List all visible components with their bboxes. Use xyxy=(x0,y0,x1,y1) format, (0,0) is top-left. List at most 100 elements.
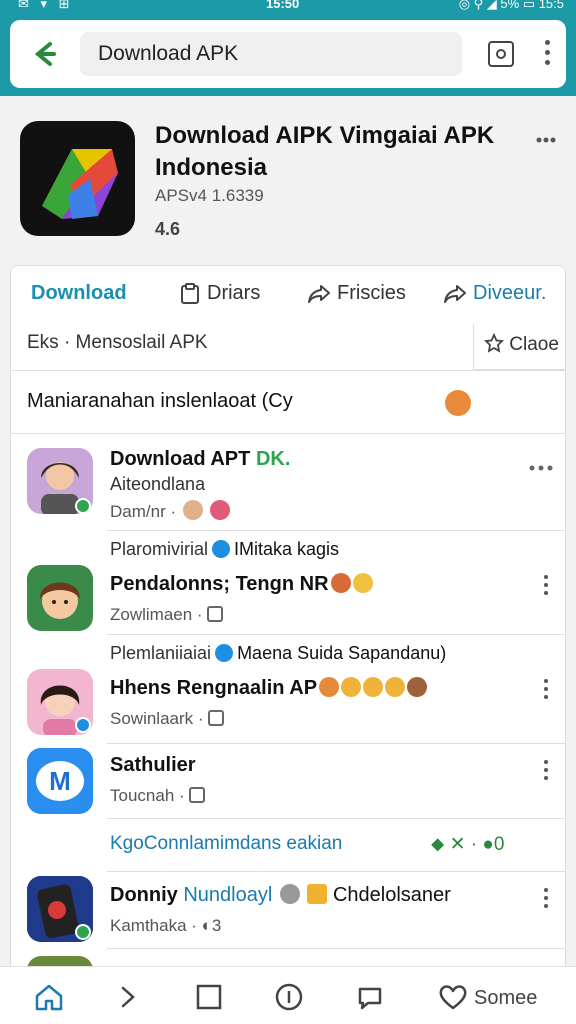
tab-driars-label: Driars xyxy=(207,282,261,304)
header-more-icon[interactable] xyxy=(536,130,556,148)
row-pretext: Plemlaniiaiai Maena Suida Sapandanu) xyxy=(110,643,446,664)
emoji-icon xyxy=(407,677,428,697)
emoji-icon xyxy=(209,500,230,520)
verified-badge-icon xyxy=(75,924,91,940)
home-icon[interactable] xyxy=(34,983,64,1011)
avatar: M xyxy=(27,748,93,814)
row-meta: Dam/nr · xyxy=(110,500,230,522)
tabs-icon[interactable] xyxy=(488,41,514,67)
back-icon[interactable] xyxy=(28,36,58,72)
row-title-tail: Chdelolsaner xyxy=(332,884,451,906)
row-pretext-tail: IMitaka kagis xyxy=(234,539,340,559)
row-title: Donniy Nundloayl Chdelolsaner xyxy=(110,884,451,907)
more-icon[interactable] xyxy=(542,888,550,912)
verified-badge-icon xyxy=(75,498,91,514)
search-query: Download APK xyxy=(98,42,239,65)
row-title-text: Donniy xyxy=(110,884,178,906)
content-card: Download Driars Friscies Diveeur. Eks · … xyxy=(10,265,566,985)
clipboard-icon xyxy=(181,282,199,304)
status-left-icons: ✉ ▾ ⊞ xyxy=(18,0,74,11)
row-meta: Kamthaka · ◐3 xyxy=(110,916,222,935)
subheader-text: Eks · Mensoslail APK xyxy=(27,332,208,353)
emoji-icon xyxy=(385,677,406,697)
claoe-button[interactable]: Claoe xyxy=(473,324,565,370)
info-icon[interactable] xyxy=(275,983,303,1011)
banner-text: Maniaranahan inslenlaoat (Cy xyxy=(27,390,293,412)
verified-icon xyxy=(212,540,231,558)
more-icon[interactable] xyxy=(542,760,550,784)
verified-badge-icon xyxy=(75,717,91,733)
row-title-text: Hhens Rengnaalin AP xyxy=(110,677,318,699)
emoji-icon xyxy=(182,500,203,520)
tab-friscies-label: Friscies xyxy=(337,282,406,304)
row-meta-text: Toucnah · xyxy=(110,786,185,805)
emoji-icon xyxy=(319,677,340,697)
row-line2: Aiteondlana xyxy=(110,474,206,494)
list-item[interactable]: Download APT DK. Aiteondlana Dam/nr · xyxy=(11,434,565,530)
chat-icon[interactable] xyxy=(356,983,384,1011)
row-meta-text: Dam/nr · xyxy=(110,502,177,521)
promo-link[interactable]: KgoConnlamimdans eakian xyxy=(110,833,342,855)
nav-label[interactable]: Somee xyxy=(474,987,537,1010)
emoji-icon xyxy=(445,390,471,416)
row-title: Download APT DK. xyxy=(110,448,290,471)
emoji-icon xyxy=(363,677,384,697)
row-pretext-name: Plaromivirial xyxy=(110,539,209,559)
tab-friscies[interactable]: Friscies xyxy=(307,282,406,305)
more-icon[interactable] xyxy=(542,575,550,599)
square-icon[interactable] xyxy=(196,983,222,1011)
calendar-icon xyxy=(207,606,224,622)
chevron-right-icon[interactable] xyxy=(118,983,138,1011)
row-pretext-tail: Maena Suida Sapandanu) xyxy=(237,643,447,663)
promo-row[interactable]: KgoConnlamimdans eakian ⬥ ✕ · ●0 xyxy=(11,819,565,871)
list-item[interactable]: M Sathulier Toucnah · xyxy=(11,744,565,818)
row-title: Hhens Rengnaalin AP xyxy=(110,677,428,700)
list-item[interactable]: Plaromivirial IMitaka kagis Pendalonns; T… xyxy=(11,531,565,634)
claoe-text: Claoe xyxy=(509,334,559,355)
tab-bar: Download Driars Friscies Diveeur. xyxy=(11,266,565,326)
row-title-tag: DK. xyxy=(255,448,291,470)
star-icon xyxy=(484,332,504,353)
emoji-icon xyxy=(279,884,300,904)
status-bar: ✉ ▾ ⊞ 15:50 ◎ ⚲ ◢ 5% ▭ 15:5 xyxy=(0,0,576,14)
promo-icons: ⬥ ✕ · ●0 xyxy=(431,834,505,855)
divider xyxy=(11,370,565,371)
list-item[interactable]: Plemlaniiaiai Maena Suida Sapandanu) Hhen… xyxy=(11,635,565,743)
bottom-nav: Somee xyxy=(0,966,576,1024)
search-input[interactable]: Download APK xyxy=(80,32,462,76)
row-title: Sathulier xyxy=(110,754,196,776)
more-icon[interactable] xyxy=(542,40,552,70)
row-title-link[interactable]: Nundloayl xyxy=(183,884,272,906)
list-item[interactable]: Donniy Nundloayl Chdelolsaner Kamthaka ·… xyxy=(11,872,565,948)
row-pretext-name: Plemlaniiaiai xyxy=(110,643,212,663)
divider xyxy=(107,948,565,949)
heart-icon[interactable] xyxy=(438,983,468,1011)
status-right-icons: ◎ ⚲ ◢ 5% ▭ 15:5 xyxy=(458,0,564,11)
claoe-label: Claoe xyxy=(484,332,559,356)
more-icon[interactable] xyxy=(529,458,553,476)
row-pretext: Plaromivirial IMitaka kagis xyxy=(110,539,339,560)
svg-text:M: M xyxy=(49,766,71,796)
row-meta: Toucnah · xyxy=(110,786,206,806)
app-rating: 4.6 xyxy=(155,219,181,239)
tab-driars[interactable]: Driars xyxy=(179,282,260,305)
avatar xyxy=(27,565,93,631)
more-icon[interactable] xyxy=(542,679,550,703)
emoji-icon xyxy=(307,884,328,904)
tab-diveeur-label: Diveeur. xyxy=(473,282,547,304)
status-time: 15:50 xyxy=(266,0,300,11)
app-icon xyxy=(20,121,135,236)
emoji-icon xyxy=(352,573,373,593)
tab-download[interactable]: Download xyxy=(31,282,127,305)
emoji-icon xyxy=(341,677,362,697)
row-meta-text: Sowinlaark · xyxy=(110,709,204,728)
app-version: APSv4 1.6339 xyxy=(155,186,264,205)
tab-diveeur[interactable]: Diveeur. xyxy=(443,282,546,305)
emoji-icon xyxy=(330,573,351,593)
calendar-icon xyxy=(208,710,225,726)
forward-arrow-icon xyxy=(444,284,466,303)
search-bar: Download APK xyxy=(10,20,566,88)
tab-download-label: Download xyxy=(31,282,127,304)
verified-icon xyxy=(215,644,234,662)
share-arrow-icon xyxy=(308,284,330,303)
